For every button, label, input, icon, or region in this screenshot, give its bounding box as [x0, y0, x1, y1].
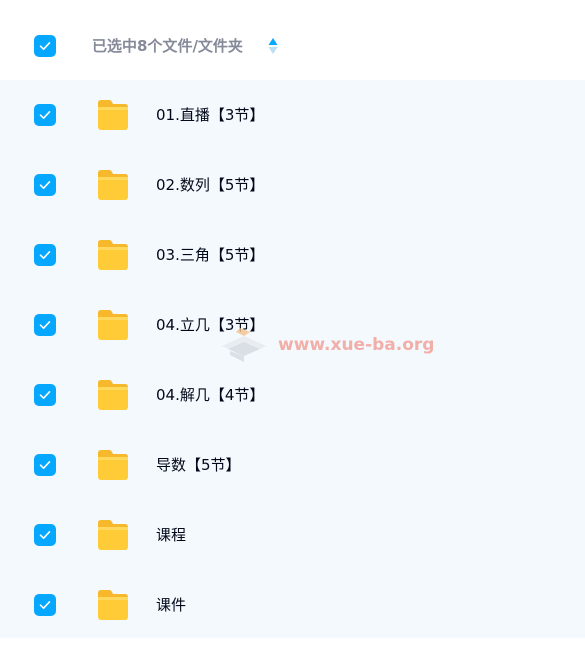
- file-name[interactable]: 03.三角【5节】: [156, 244, 264, 266]
- row-checkbox[interactable]: [34, 524, 56, 546]
- row-checkbox[interactable]: [34, 594, 56, 616]
- file-row[interactable]: 01.直播【3节】: [0, 80, 585, 150]
- folder-icon: [98, 450, 128, 480]
- sort-icon[interactable]: [268, 37, 278, 55]
- file-row[interactable]: 04.解几【4节】: [0, 360, 585, 430]
- file-name[interactable]: 课程: [156, 524, 186, 546]
- row-checkbox[interactable]: [34, 314, 56, 336]
- file-row[interactable]: 02.数列【5节】: [0, 150, 585, 220]
- checkmark-icon: [39, 42, 51, 50]
- checkmark-icon: [39, 531, 51, 539]
- file-row[interactable]: 03.三角【5节】: [0, 220, 585, 290]
- checkmark-icon: [39, 111, 51, 119]
- file-name[interactable]: 04.立几【3节】: [156, 314, 264, 336]
- select-all-checkbox[interactable]: [34, 35, 56, 57]
- file-name[interactable]: 01.直播【3节】: [156, 104, 264, 126]
- file-row[interactable]: 课程: [0, 500, 585, 570]
- file-list-page: 已选中8个文件/文件夹 01.直播【3节】 02.数列【5节】 03.三角【5节】 0…: [0, 0, 585, 651]
- row-checkbox[interactable]: [34, 174, 56, 196]
- folder-icon: [98, 590, 128, 620]
- row-checkbox[interactable]: [34, 454, 56, 476]
- file-name[interactable]: 04.解几【4节】: [156, 384, 264, 406]
- file-row[interactable]: 课件: [0, 570, 585, 640]
- file-name[interactable]: 02.数列【5节】: [156, 174, 264, 196]
- row-checkbox[interactable]: [34, 244, 56, 266]
- folder-icon: [98, 170, 128, 200]
- checkmark-icon: [39, 321, 51, 329]
- row-checkbox[interactable]: [34, 104, 56, 126]
- file-name[interactable]: 导数【5节】: [156, 454, 241, 476]
- file-name[interactable]: 课件: [156, 594, 186, 616]
- checkmark-icon: [39, 391, 51, 399]
- list-header: 已选中8个文件/文件夹: [0, 0, 585, 80]
- file-row[interactable]: 04.立几【3节】: [0, 290, 585, 360]
- folder-icon: [98, 380, 128, 410]
- checkmark-icon: [39, 251, 51, 259]
- folder-icon: [98, 520, 128, 550]
- checkmark-icon: [39, 601, 51, 609]
- checkmark-icon: [39, 461, 51, 469]
- folder-icon: [98, 100, 128, 130]
- selection-count-label: 已选中8个文件/文件夹: [92, 37, 243, 55]
- file-row[interactable]: 导数【5节】: [0, 430, 585, 500]
- folder-icon: [98, 240, 128, 270]
- checkmark-icon: [39, 181, 51, 189]
- file-list: 01.直播【3节】 02.数列【5节】 03.三角【5节】 04.立几【3节】 04.解…: [0, 80, 585, 638]
- row-checkbox[interactable]: [34, 384, 56, 406]
- folder-icon: [98, 310, 128, 340]
